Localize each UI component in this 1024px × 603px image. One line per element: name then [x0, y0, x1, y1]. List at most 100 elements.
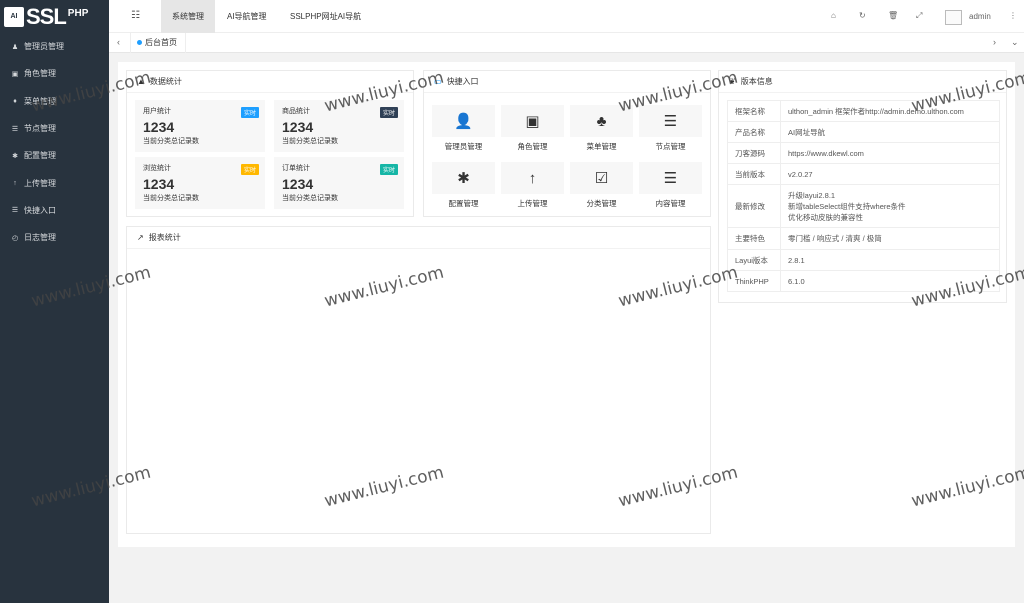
quick-entry-label: 内容管理: [655, 199, 686, 208]
version-row: 产品名称 AI网址导航: [727, 121, 1000, 143]
stat-tile: 订单统计 实时 1234 当前分类总记录数: [274, 157, 404, 209]
quick-entry-title: 快捷入口: [446, 77, 479, 86]
stat-name: 用户统计: [143, 108, 171, 115]
fullscreen-icon[interactable]: ⤢: [916, 11, 922, 21]
stat-value: 1234: [143, 119, 175, 135]
main-content: ▲ 数据统计 用户统计 实时 1234 当前分类总记录数 商品统计 实时 1234 当前分类总记…: [118, 62, 1015, 547]
sidebar-item-label: 配置管理: [24, 151, 56, 161]
version-value: 升级layui2.8.1 新增tableSelect组件支持where条件 优化…: [780, 184, 1000, 228]
version-row: 最新修改 升级layui2.8.1 新增tableSelect组件支持where条…: [727, 184, 1000, 228]
admin-name[interactable]: admin: [969, 12, 991, 21]
version-row: 刀客源码 https://www.dkewl.com: [727, 142, 1000, 164]
chevron-left-icon[interactable]: ‹: [117, 37, 120, 47]
stat-tile: 用户统计 实时 1234 当前分类总记录数: [135, 100, 265, 152]
logo-sub: PHP: [67, 8, 89, 19]
user-icon: ♟: [11, 43, 19, 51]
arrow-up-icon: ↑: [13, 179, 17, 187]
page-tab-label: 后台首页: [145, 38, 177, 47]
report-card-title: 报表统计: [148, 233, 181, 242]
asterisk-icon: ✱: [432, 162, 495, 194]
list-icon: ☰: [639, 162, 702, 194]
quick-entry-label: 配置管理: [448, 199, 479, 208]
sidebar-item[interactable]: ♟ 管理员管理: [0, 33, 109, 60]
stat-value: 1234: [282, 119, 314, 135]
sidebar-item-label: 管理员管理: [24, 42, 64, 52]
version-value: v2.0.27: [780, 163, 1000, 185]
sidebar-item[interactable]: ↑ 上传管理: [0, 169, 109, 196]
stat-desc: 当前分类总记录数: [143, 138, 199, 145]
avatar[interactable]: [945, 10, 962, 25]
version-value: ulthon_admin 框架作者http://admin.demo.ultho…: [780, 100, 1000, 122]
version-key: 刀客源码: [727, 142, 781, 164]
version-value: 零门槛 / 响应式 / 清爽 / 极简: [780, 227, 1000, 250]
realtime-badge: 实时: [379, 164, 398, 175]
page-tab-home[interactable]: 后台首页: [130, 33, 186, 53]
trash-icon[interactable]: 🗑: [888, 11, 898, 20]
version-card-title: 版本信息: [740, 77, 773, 86]
version-value: AI网址导航: [780, 121, 1000, 143]
list-icon: ☰: [639, 105, 702, 137]
realtime-badge: 实时: [240, 107, 259, 118]
version-key: 框架名称: [727, 100, 781, 122]
more-vertical-icon[interactable]: ⋮: [1009, 11, 1017, 20]
quick-entry-item[interactable]: ☰ 节点管理: [639, 105, 702, 152]
quick-entry-label: 上传管理: [517, 199, 548, 208]
list-icon: ☰: [11, 125, 19, 133]
id-card-icon: ▣: [501, 105, 564, 137]
quick-entry-label: 节点管理: [655, 142, 686, 151]
quick-entry-label: 菜单管理: [586, 142, 617, 151]
clock-icon: ◴: [11, 234, 19, 242]
realtime-badge: 实时: [379, 107, 398, 118]
version-card: ❦ 版本信息 框架名称 ulthon_admin 框架作者http://admin.…: [718, 70, 1007, 303]
asterisk-icon: ✱: [12, 152, 18, 160]
tab-system[interactable]: 系统管理: [161, 0, 215, 33]
list-icon: ☰: [11, 207, 19, 215]
version-key: 最新修改: [727, 184, 781, 228]
quick-entry-item[interactable]: ▣ 角色管理: [501, 105, 564, 152]
sidebar-item[interactable]: ✱ 配置管理: [0, 142, 109, 169]
calendar-check-icon: ☑: [570, 162, 633, 194]
top-header: ☷ 系统管理 AI导航管理 SSLPHP网址AI导航 ⌂ ↻ 🗑 ⤢ admin…: [109, 0, 1024, 33]
realtime-badge: 实时: [240, 164, 259, 175]
logo[interactable]: AI SSL PHP: [0, 0, 109, 33]
quick-entry-item[interactable]: ↑ 上传管理: [501, 162, 564, 209]
tab-ai-nav[interactable]: AI导航管理: [216, 0, 278, 33]
quick-entry-item[interactable]: ☰ 内容管理: [639, 162, 702, 209]
stat-desc: 当前分类总记录数: [282, 138, 338, 145]
sidebar-item-label: 上传管理: [24, 178, 56, 188]
quick-entry-item[interactable]: ☑ 分类管理: [570, 162, 633, 209]
version-key: 当前版本: [727, 163, 781, 185]
quick-entry-label: 管理员管理: [444, 142, 483, 151]
quick-entry-item[interactable]: ✱ 配置管理: [432, 162, 495, 209]
stat-tile: 浏览统计 实时 1234 当前分类总记录数: [135, 157, 265, 209]
quick-entry-label: 分类管理: [586, 199, 617, 208]
id-card-icon: ▣: [11, 70, 19, 78]
sidebar-item-label: 角色管理: [24, 69, 56, 79]
version-key: 主要特色: [727, 227, 781, 250]
page-tabbar: ‹ 后台首页 › ⌄: [109, 33, 1024, 53]
quick-entry-item[interactable]: 👤 管理员管理: [432, 105, 495, 152]
version-value: https://www.dkewl.com: [780, 142, 1000, 164]
refresh-icon[interactable]: ↻: [859, 11, 866, 20]
quick-entry-label: 角色管理: [517, 142, 548, 151]
stat-name: 浏览统计: [143, 165, 171, 172]
user-icon: 👤: [432, 105, 495, 137]
stats-card-title: 数据统计: [149, 77, 182, 86]
logo-mark: AI: [4, 6, 24, 27]
sidebar-item[interactable]: ◴ 日志管理: [0, 224, 109, 251]
logo-text: SSL: [26, 3, 67, 29]
chevron-down-icon[interactable]: ⌄: [1011, 37, 1019, 48]
tab-sslphp-nav[interactable]: SSLPHP网址AI导航: [279, 0, 372, 33]
menu-toggle-icon[interactable]: ☷: [131, 10, 140, 21]
sidebar-item[interactable]: ☰ 快捷入口: [0, 197, 109, 224]
active-dot: [137, 40, 142, 46]
sidebar-item-label: 日志管理: [24, 233, 56, 243]
version-table: 框架名称 ulthon_admin 框架作者http://admin.demo.u…: [727, 100, 1000, 292]
stat-desc: 当前分类总记录数: [143, 195, 199, 202]
arrow-up-icon: ↑: [501, 162, 564, 194]
chevron-right-icon[interactable]: ›: [993, 37, 996, 47]
version-row: 当前版本 v2.0.27: [727, 163, 1000, 185]
version-row: Layui版本 2.8.1: [727, 249, 1000, 271]
home-icon[interactable]: ⌂: [831, 11, 836, 20]
sidebar-item[interactable]: ☰ 节点管理: [0, 115, 109, 142]
